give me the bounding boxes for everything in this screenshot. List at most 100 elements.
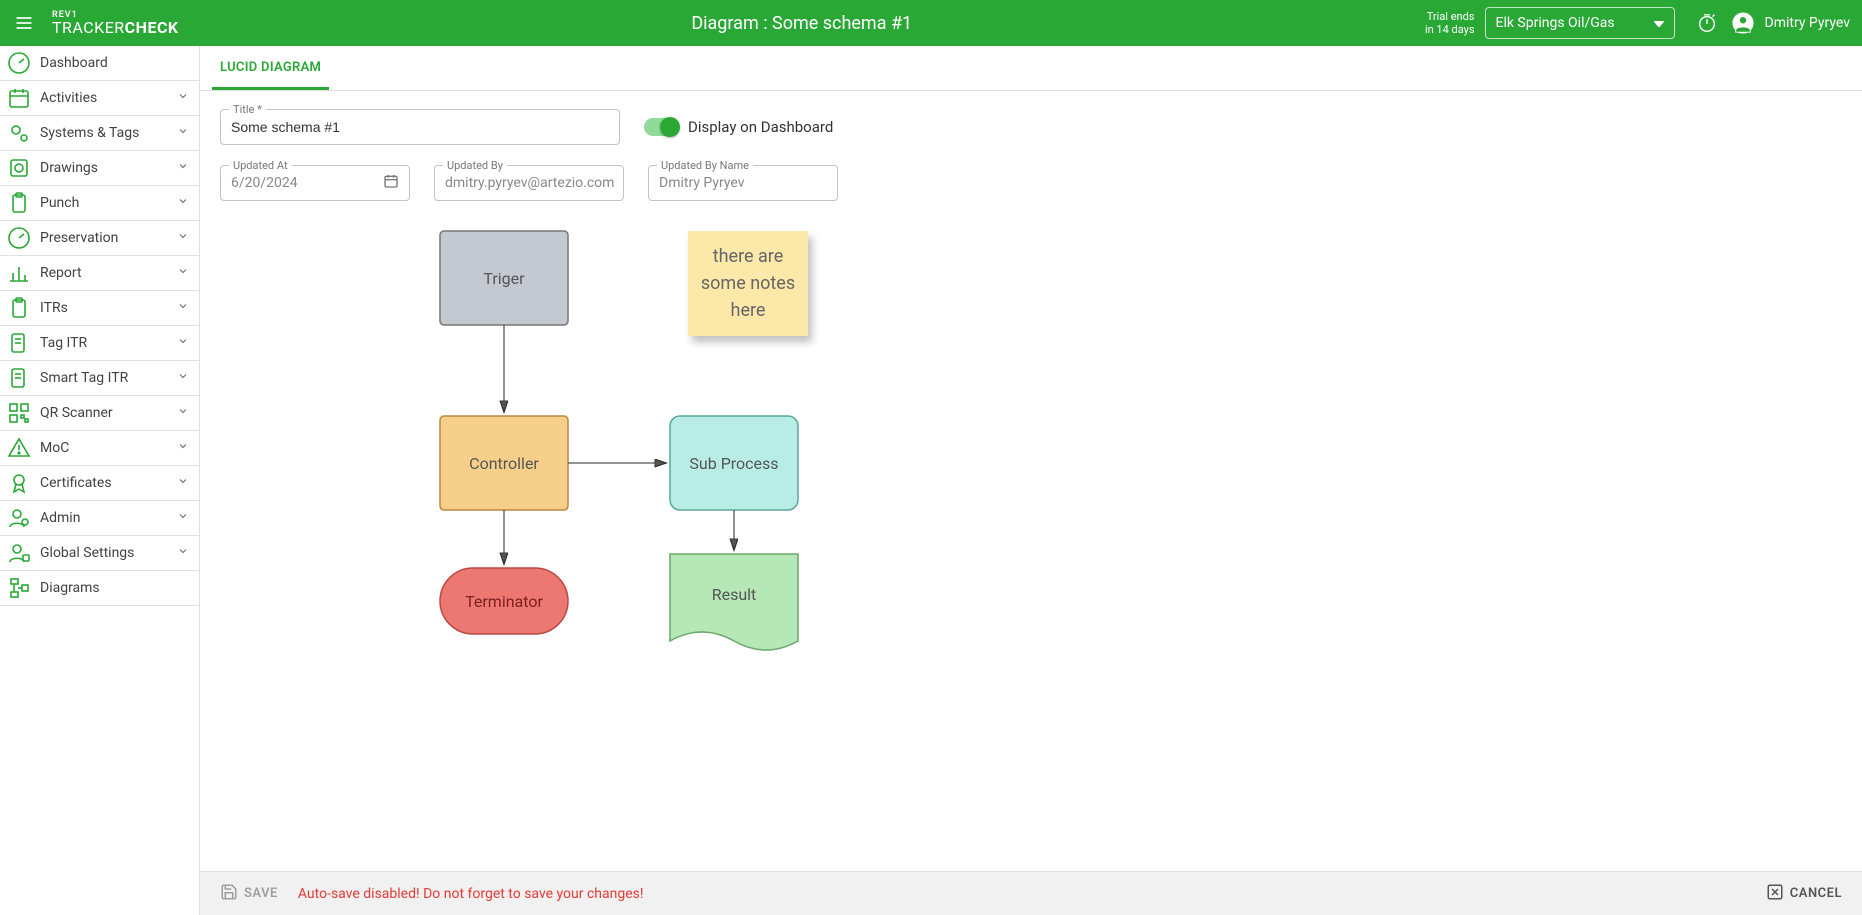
chevron-down-icon (177, 440, 189, 456)
sidebar-item-drawings[interactable]: Drawings (0, 151, 199, 186)
sidebar-item-label: Activities (40, 90, 177, 106)
updated-by-name-field: Updated By Name Dmitry Pyryev (648, 165, 838, 201)
node-triger[interactable]: Triger (440, 231, 568, 325)
updated-at-value: 6/20/2024 (231, 175, 383, 191)
chevron-down-icon (177, 90, 189, 106)
sidebar-item-systems-tags[interactable]: Systems & Tags (0, 116, 199, 151)
updated-at-label: Updated At (229, 159, 292, 172)
trial-notice: Trial ends in 14 days (1425, 10, 1475, 36)
speedometer-icon (6, 225, 32, 251)
sidebar-item-label: Report (40, 265, 177, 281)
sidebar-item-label: Systems & Tags (40, 125, 177, 141)
toggle-label: Display on Dashboard (688, 118, 833, 136)
chevron-down-icon (177, 335, 189, 351)
chevron-down-icon (177, 265, 189, 281)
user-menu[interactable]: Dmitry Pyryev (1725, 11, 1851, 35)
toggle-switch[interactable] (644, 118, 678, 136)
sidebar-item-admin[interactable]: Admin (0, 501, 199, 536)
chevron-down-icon (177, 545, 189, 561)
sidebar-nav: Dashboard Activities Systems & Tags Drawing… (0, 46, 200, 915)
save-label: SAVE (244, 886, 278, 901)
title-label: Title * (229, 103, 266, 116)
updated-by-field: Updated By dmitry.pyryev@artezio.com (434, 165, 624, 201)
sidebar-item-activities[interactable]: Activities (0, 81, 199, 116)
sidebar-item-label: Smart Tag ITR (40, 370, 177, 386)
node-note[interactable]: there are some notes here (688, 231, 808, 336)
sidebar-item-global-settings[interactable]: Global Settings (0, 536, 199, 571)
sidebar-item-label: MoC (40, 440, 177, 456)
title-input[interactable] (231, 119, 609, 135)
sidebar-item-label: Diagrams (40, 580, 189, 596)
sidebar-item-tag-itr[interactable]: Tag ITR (0, 326, 199, 361)
diagram-icon (6, 575, 32, 601)
project-selector[interactable]: Elk Springs Oil/Gas (1485, 7, 1675, 39)
chevron-down-icon (177, 475, 189, 491)
sidebar-item-dashboard[interactable]: Dashboard (0, 46, 199, 81)
save-button[interactable]: SAVE (220, 883, 278, 905)
qr-icon (6, 400, 32, 426)
sidebar-item-label: Certificates (40, 475, 177, 491)
tab-lucid-diagram[interactable]: LUCID DIAGRAM (212, 46, 329, 90)
sidebar-item-punch[interactable]: Punch (0, 186, 199, 221)
chevron-down-icon (177, 510, 189, 526)
user-admin-icon (6, 505, 32, 531)
node-controller[interactable]: Controller (440, 416, 568, 510)
user-avatar-icon (1731, 11, 1755, 35)
sidebar-item-label: ITRs (40, 300, 177, 316)
sidebar-item-itrs[interactable]: ITRs (0, 291, 199, 326)
sidebar-item-qr-scanner[interactable]: QR Scanner (0, 396, 199, 431)
hamburger-icon[interactable] (12, 11, 36, 35)
chevron-down-icon (177, 230, 189, 246)
doc-tag-icon (6, 330, 32, 356)
warning-icon (6, 435, 32, 461)
user-gear-icon (6, 540, 32, 566)
display-on-dashboard-toggle[interactable]: Display on Dashboard (644, 118, 833, 136)
updated-by-name-value: Dmitry Pyryev (659, 175, 827, 191)
page-title: Diagram : Some schema #1 (179, 13, 1425, 34)
calendar-icon (383, 173, 399, 193)
clipboard-icon (6, 295, 32, 321)
sidebar-item-moc[interactable]: MoC (0, 431, 199, 466)
sidebar-item-certificates[interactable]: Certificates (0, 466, 199, 501)
chevron-down-icon (177, 300, 189, 316)
updated-at-field: Updated At 6/20/2024 (220, 165, 410, 201)
sidebar-item-diagrams[interactable]: Diagrams (0, 571, 199, 606)
node-terminator[interactable]: Terminator (440, 568, 568, 634)
autosave-warning: Auto-save disabled! Do not forget to sav… (298, 886, 644, 902)
speedometer-icon (6, 50, 32, 76)
sidebar-item-smart-tag-itr[interactable]: Smart Tag ITR (0, 361, 199, 396)
title-field[interactable]: Title * (220, 109, 620, 145)
timer-icon[interactable] (1695, 11, 1719, 35)
chevron-down-icon (177, 125, 189, 141)
caret-down-icon (1654, 15, 1664, 31)
doc-tag-icon (6, 365, 32, 391)
logo-main: TRACKERCHECK (52, 20, 179, 36)
cancel-button[interactable]: CANCEL (1766, 883, 1842, 905)
sidebar-item-label: Global Settings (40, 545, 177, 561)
node-subprocess[interactable]: Sub Process (670, 416, 798, 510)
drawing-icon (6, 155, 32, 181)
calendar-icon (6, 85, 32, 111)
chevron-down-icon (177, 195, 189, 211)
user-name: Dmitry Pyryev (1765, 15, 1851, 31)
footer-bar: SAVE Auto-save disabled! Do not forget t… (200, 871, 1862, 915)
updated-by-label: Updated By (443, 159, 507, 172)
sidebar-item-label: Admin (40, 510, 177, 526)
sidebar-item-label: QR Scanner (40, 405, 177, 421)
sidebar-item-label: Dashboard (40, 55, 189, 71)
sidebar-item-preservation[interactable]: Preservation (0, 221, 199, 256)
cancel-label: CANCEL (1790, 886, 1842, 901)
barchart-icon (6, 260, 32, 286)
sidebar-item-label: Preservation (40, 230, 177, 246)
clipboard-icon (6, 190, 32, 216)
badge-icon (6, 470, 32, 496)
sidebar-item-report[interactable]: Report (0, 256, 199, 291)
sidebar-item-label: Punch (40, 195, 177, 211)
app-logo: REV1 TRACKERCHECK (52, 11, 179, 36)
cancel-icon (1766, 883, 1784, 905)
gears-icon (6, 120, 32, 146)
diagram-canvas[interactable]: Triger there are some notes here Control… (220, 221, 1842, 661)
project-name: Elk Springs Oil/Gas (1496, 15, 1615, 31)
node-result[interactable]: Result (670, 554, 798, 634)
tab-bar: LUCID DIAGRAM (200, 46, 1862, 91)
